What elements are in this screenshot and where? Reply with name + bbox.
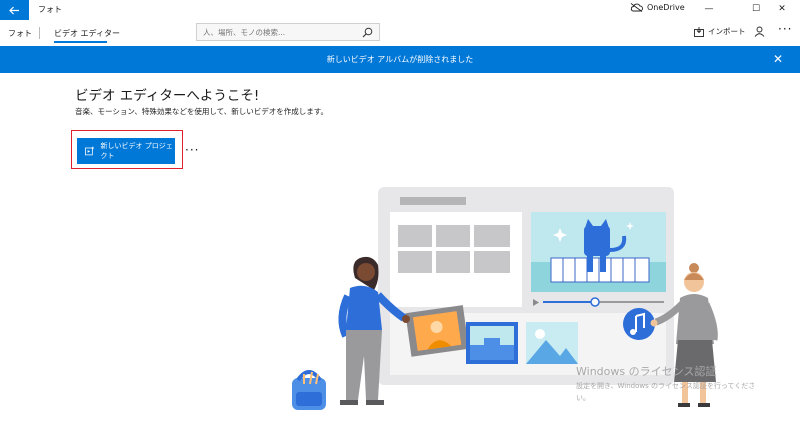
title-placeholder [400,197,466,205]
search-input[interactable] [203,28,353,37]
minimize-button[interactable]: — [702,2,716,16]
page-subtitle: 音楽、モーション、特殊効果などを使用して、新しいビデオを作成します。 [75,107,329,116]
import-button[interactable]: インポート [694,26,746,37]
banner-close-button[interactable]: ✕ [773,52,783,66]
import-label: インポート [708,27,746,36]
nav-divider [39,27,40,39]
new-video-project-button[interactable]: 新しいビデオ プロジェクト [77,138,175,164]
more-options-button[interactable]: ··· [778,22,792,36]
search-box[interactable] [196,23,380,41]
app-title: フォト [38,5,62,14]
new-video-icon [85,146,95,156]
back-button[interactable] [0,0,29,20]
import-icon [694,26,704,37]
search-icon[interactable] [362,27,373,38]
music-note-badge [623,308,655,340]
title-bar: フォト OneDrive — ☐ ✕ [0,0,800,20]
onedrive-label: OneDrive [647,3,685,12]
back-arrow-icon [9,6,19,14]
tab-video-editor[interactable]: ビデオ エディター [54,28,120,39]
cloud-off-icon [630,3,643,12]
activation-watermark-title: Windows のライセンス認証 [576,365,717,378]
nav-bar: フォト ビデオ エディター インポート ··· [0,20,800,44]
onedrive-status[interactable]: OneDrive [630,3,685,12]
more-actions-button[interactable]: ··· [185,143,199,157]
activation-watermark-line2: い。 [576,394,590,402]
backpack [292,370,326,410]
account-icon[interactable] [754,26,765,37]
filmstrip [405,305,469,357]
tab-photos[interactable]: フォト [8,28,32,39]
active-tab-indicator [54,41,107,43]
close-window-button[interactable]: ✕ [775,2,789,16]
activation-watermark-line1: 設定を開き、Windows のライセンス認証を行ってくださ [576,382,756,390]
banner-message: 新しいビデオ アルバムが削除されました [326,55,474,64]
notification-banner: 新しいビデオ アルバムが削除されました ✕ [0,46,800,73]
page-title: ビデオ エディターへようこそ! [75,88,260,104]
maximize-button[interactable]: ☐ [749,2,763,16]
new-video-project-label: 新しいビデオ プロジェクト [100,142,173,160]
